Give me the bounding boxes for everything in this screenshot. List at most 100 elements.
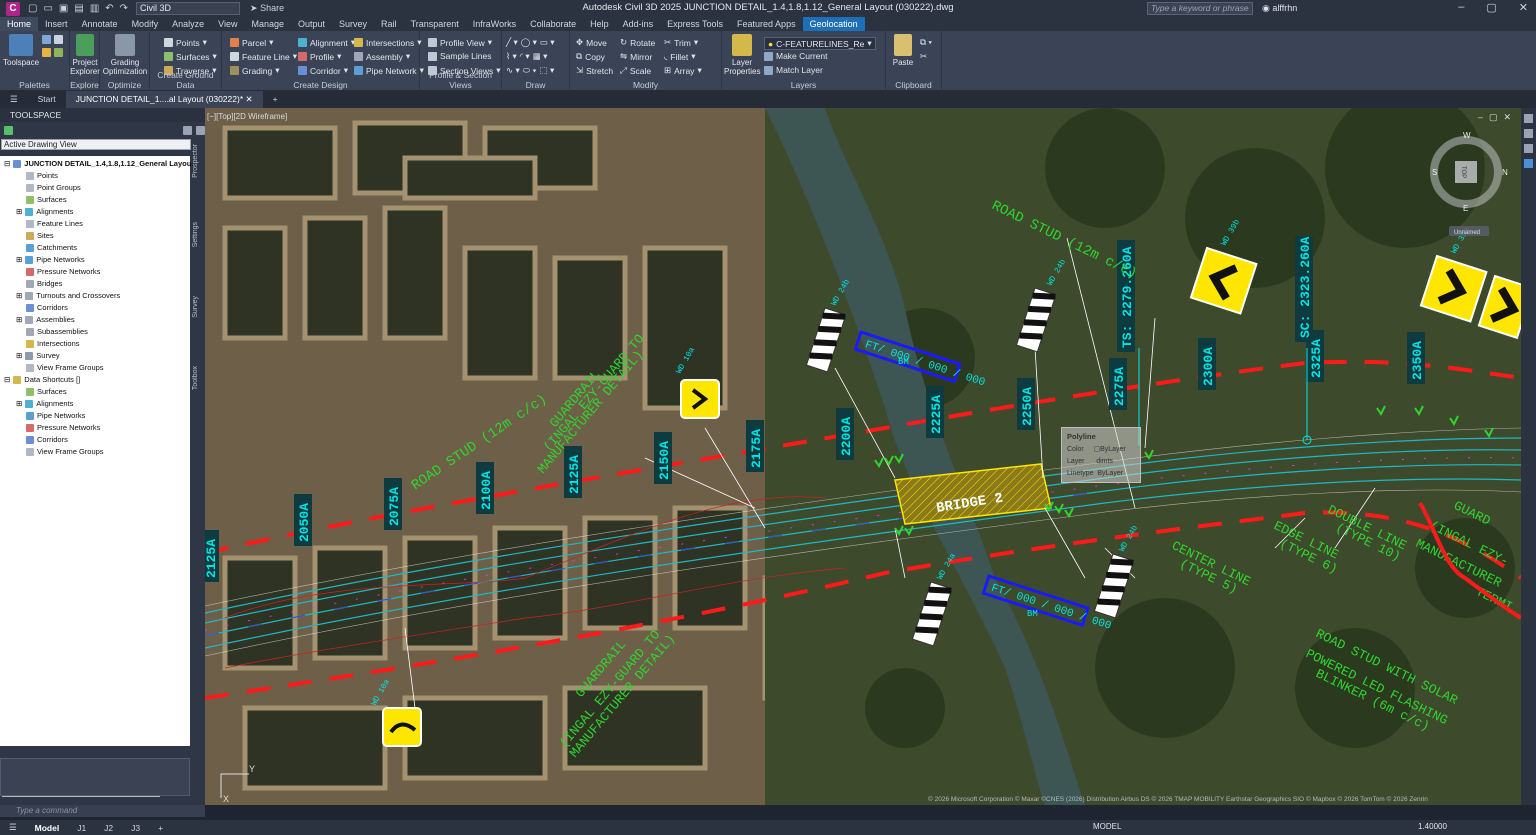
tree-corridors[interactable]: Corridors <box>26 303 68 312</box>
new-icon[interactable]: ▢ <box>28 3 37 14</box>
tree-drawing[interactable]: ⊟ JUNCTION DETAIL_1.4,1.8,1.12_General La… <box>4 159 198 168</box>
feature-line-button[interactable]: Feature Line ▾ <box>230 51 297 62</box>
command-line-input[interactable]: Type a command <box>0 805 205 817</box>
minimize-icon[interactable]: – <box>1458 1 1464 14</box>
tree-ds-pressure-networks[interactable]: Pressure Networks <box>26 423 100 432</box>
tree-data-shortcuts[interactable]: ⊟ Data Shortcuts [] <box>4 375 80 384</box>
workspace-select[interactable]: Civil 3D <box>136 2 241 15</box>
layer-select[interactable]: ● C-FEATURELINES_Re ▾ <box>764 37 876 50</box>
zoom-icon[interactable] <box>1524 129 1533 138</box>
surfaces-button[interactable]: Surfaces ▾ <box>164 51 217 62</box>
pipe-network-button[interactable]: Pipe Network ▾ <box>354 65 424 76</box>
layout-tab-j3[interactable]: J3 <box>122 823 149 833</box>
stretch-button[interactable]: ⇲ Stretch <box>576 65 613 76</box>
polyline-tool[interactable]: ⌇ ▾ ◜ ▾ ▦ ▾ <box>506 51 547 62</box>
tab-add-ins[interactable]: Add-ins <box>616 17 661 31</box>
save-icon[interactable]: ▣ <box>59 3 68 14</box>
line-tool[interactable]: ╱ ▾ ◯ ▾ ▭ ▾ <box>506 37 555 48</box>
copy-button[interactable]: ⧉ Copy <box>576 51 605 62</box>
alignment-button[interactable]: Alignment ▾ <box>298 37 355 48</box>
tab-help[interactable]: Help <box>583 17 616 31</box>
array-button[interactable]: ⊞ Array ▾ <box>664 65 702 76</box>
corridor-button[interactable]: Corridor ▾ <box>298 65 348 76</box>
side-tab-prospector[interactable]: Prospector <box>192 144 204 178</box>
scale-button[interactable]: ⤢ Scale <box>620 65 651 76</box>
tab-insert[interactable]: Insert <box>38 17 75 31</box>
cut-button[interactable]: ✂ <box>920 51 927 62</box>
toolspace-view-icon[interactable] <box>4 125 13 135</box>
tab-survey[interactable]: Survey <box>332 17 374 31</box>
tree-catchments[interactable]: Catchments <box>26 243 77 252</box>
vp-minimize-icon[interactable]: – <box>1478 112 1489 122</box>
restore-icon[interactable]: ▢ <box>1486 1 1496 14</box>
tree-scrollbar[interactable] <box>2 796 160 797</box>
tree-ds-alignments[interactable]: ⊞ Alignments <box>16 399 73 408</box>
app-menu-button[interactable]: C <box>6 1 20 16</box>
tab-featured-apps[interactable]: Featured Apps <box>730 17 803 31</box>
layout-tab-model[interactable]: Model <box>26 823 69 833</box>
project-explorer-button[interactable]: Project Explorer <box>70 34 100 76</box>
tab-collaborate[interactable]: Collaborate <box>523 17 583 31</box>
showmotion-icon[interactable] <box>1524 159 1533 168</box>
properties-palette-button[interactable] <box>42 35 63 44</box>
tab-express-tools[interactable]: Express Tools <box>660 17 730 31</box>
intersections-button[interactable]: Intersections ▾ <box>354 37 421 48</box>
file-menu-icon[interactable]: ☰ <box>0 91 28 108</box>
vp-restore-icon[interactable]: ▢ <box>1489 112 1504 122</box>
share-button[interactable]: ➤ Share <box>250 3 284 14</box>
active-drawing-view-select[interactable]: Active Drawing View <box>1 139 191 150</box>
tree-turnouts[interactable]: ⊞ Turnouts and Crossovers <box>16 291 120 300</box>
rotate-button[interactable]: ↻ Rotate <box>620 37 655 48</box>
side-tab-survey[interactable]: Survey <box>192 296 204 318</box>
tree-ds-view-frame-groups[interactable]: View Frame Groups <box>26 447 104 456</box>
tab-output[interactable]: Output <box>291 17 332 31</box>
tree-assemblies[interactable]: ⊞ Assemblies <box>16 315 75 324</box>
tab-geolocation[interactable]: Geolocation <box>802 17 865 31</box>
tree-alignments[interactable]: ⊞ Alignments <box>16 207 73 216</box>
hamburger-icon[interactable]: ☰ <box>0 822 26 833</box>
help-search-input[interactable]: Type a keyword or phrase <box>1147 2 1253 15</box>
tree-surfaces[interactable]: Surfaces <box>26 195 67 204</box>
redo-icon[interactable]: ↷ <box>120 3 128 14</box>
move-button[interactable]: ✥ Move <box>576 37 607 48</box>
tab-analyze[interactable]: Analyze <box>165 17 211 31</box>
tree-ds-pipe-networks[interactable]: Pipe Networks <box>26 411 85 420</box>
layout-tab-j2[interactable]: J2 <box>95 823 122 833</box>
tab-transparent[interactable]: Transparent <box>404 17 466 31</box>
tab-modify[interactable]: Modify <box>125 17 166 31</box>
profile-view-button[interactable]: Profile View ▾ <box>428 37 492 48</box>
match-layer-button[interactable]: Match Layer <box>764 65 823 75</box>
tree-points[interactable]: Points <box>26 171 58 180</box>
tree-pressure-networks[interactable]: Pressure Networks <box>26 267 100 276</box>
new-tab-button[interactable]: + <box>263 91 288 108</box>
open-icon[interactable]: ▭ <box>43 3 52 14</box>
tab-view[interactable]: View <box>211 17 244 31</box>
toolspace-help-icon[interactable] <box>196 125 205 135</box>
tree-intersections[interactable]: Intersections <box>26 339 80 348</box>
tree-ds-corridors[interactable]: Corridors <box>26 435 68 444</box>
viewport-controls-label[interactable]: [−][Top][2D Wireframe] <box>207 112 287 121</box>
model-space-toggle[interactable]: MODEL <box>1093 822 1121 831</box>
close-icon[interactable]: ✕ <box>246 94 253 104</box>
close-icon[interactable]: ✕ <box>1519 1 1528 14</box>
make-current-button[interactable]: Make Current <box>764 51 828 61</box>
vp-close-icon[interactable]: ✕ <box>1503 112 1517 122</box>
tab-home[interactable]: Home <box>0 17 39 31</box>
tree-subassemblies[interactable]: Subassemblies <box>26 327 88 336</box>
tab-manage[interactable]: Manage <box>244 17 291 31</box>
tab-rail[interactable]: Rail <box>374 17 404 31</box>
spline-tool[interactable]: ∿ ▾ ⬭ ▾ ⬚ ▾ <box>506 65 554 76</box>
side-tab-settings[interactable]: Settings <box>192 222 204 247</box>
layer-properties-button[interactable]: Layer Properties <box>724 34 760 76</box>
tab-annotate[interactable]: Annotate <box>75 17 125 31</box>
doc-tab-start[interactable]: Start <box>28 91 66 108</box>
tree-sites[interactable]: Sites <box>26 231 54 240</box>
tree-pipe-networks[interactable]: ⊞ Pipe Networks <box>16 255 85 264</box>
trim-button[interactable]: ✂ Trim ▾ <box>664 37 698 48</box>
tab-infraworks[interactable]: InfraWorks <box>466 17 523 31</box>
points-button[interactable]: Points ▾ <box>164 37 207 48</box>
layout-tab-j1[interactable]: J1 <box>68 823 95 833</box>
drawing-viewport[interactable]: [−][Top][2D Wireframe] –▢✕ 2125A 2050A 2… <box>205 108 1521 805</box>
pan-icon[interactable] <box>1524 114 1533 123</box>
parcel-button[interactable]: Parcel ▾ <box>230 37 273 48</box>
